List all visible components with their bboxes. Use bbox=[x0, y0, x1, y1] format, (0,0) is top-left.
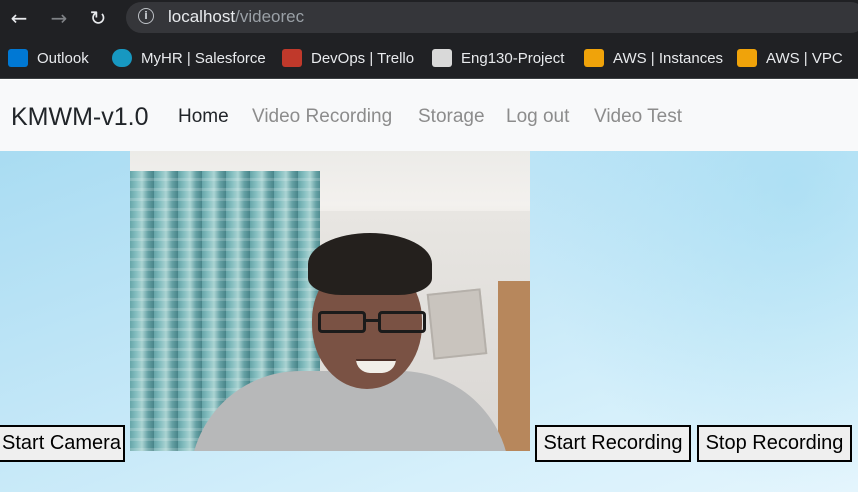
site-info-icon[interactable]: i bbox=[138, 8, 154, 24]
app-navbar: KMWM-v1.0 Home Video Recording Storage L… bbox=[0, 80, 858, 151]
bookmarks-bar: Outlook MyHR | Salesforce DevOps | Trell… bbox=[0, 37, 858, 79]
bookmark-label: AWS | VPC bbox=[766, 49, 843, 67]
url-host: localhost bbox=[168, 7, 236, 26]
bookmark-label: MyHR | Salesforce bbox=[141, 49, 266, 67]
video-person-hair bbox=[308, 233, 432, 295]
nav-link-log-out[interactable]: Log out bbox=[506, 106, 569, 128]
bookmark-myhr-salesforce[interactable]: MyHR | Salesforce bbox=[112, 47, 266, 69]
reload-icon[interactable]: ↻ bbox=[85, 6, 111, 30]
nav-link-video-test[interactable]: Video Test bbox=[594, 106, 682, 128]
bookmark-label: DevOps | Trello bbox=[311, 49, 415, 67]
webcam-video-preview bbox=[130, 151, 530, 451]
back-arrow-icon[interactable]: ← bbox=[6, 6, 32, 30]
project-icon bbox=[432, 49, 452, 67]
stop-recording-button[interactable]: Stop Recording bbox=[697, 425, 852, 462]
bookmark-outlook[interactable]: Outlook bbox=[8, 47, 89, 69]
aws-box-icon bbox=[584, 49, 604, 67]
url-path: /videorec bbox=[235, 7, 305, 26]
bookmark-label: AWS | Instances bbox=[613, 49, 724, 67]
start-camera-button[interactable]: Start Camera bbox=[0, 425, 125, 462]
video-picture-frame bbox=[426, 288, 488, 360]
bookmark-label: Outlook bbox=[37, 49, 89, 67]
outlook-icon bbox=[8, 49, 28, 67]
nav-link-storage[interactable]: Storage bbox=[418, 106, 485, 128]
url-text[interactable]: localhost/videorec bbox=[168, 7, 304, 27]
bookmark-eng130-project[interactable]: Eng130-Project bbox=[432, 47, 564, 69]
start-recording-button[interactable]: Start Recording bbox=[535, 425, 691, 462]
bookmark-label: Eng130-Project bbox=[461, 49, 565, 67]
trello-icon bbox=[282, 49, 302, 67]
aws-box-icon bbox=[737, 49, 757, 67]
brand-title[interactable]: KMWM-v1.0 bbox=[11, 102, 149, 132]
browser-toolbar: ← → ↻ i localhost/videorec bbox=[0, 0, 858, 37]
nav-link-video-recording[interactable]: Video Recording bbox=[252, 106, 392, 128]
forward-arrow-icon[interactable]: → bbox=[46, 6, 72, 30]
salesforce-cloud-icon bbox=[112, 49, 132, 67]
bookmark-aws-vpc[interactable]: AWS | VPC bbox=[737, 47, 843, 69]
nav-link-home[interactable]: Home bbox=[178, 106, 229, 128]
bookmark-devops-trello[interactable]: DevOps | Trello bbox=[282, 47, 414, 69]
video-door bbox=[498, 281, 530, 451]
video-person-glasses bbox=[318, 311, 434, 337]
bookmark-aws-instances[interactable]: AWS | Instances bbox=[584, 47, 723, 69]
